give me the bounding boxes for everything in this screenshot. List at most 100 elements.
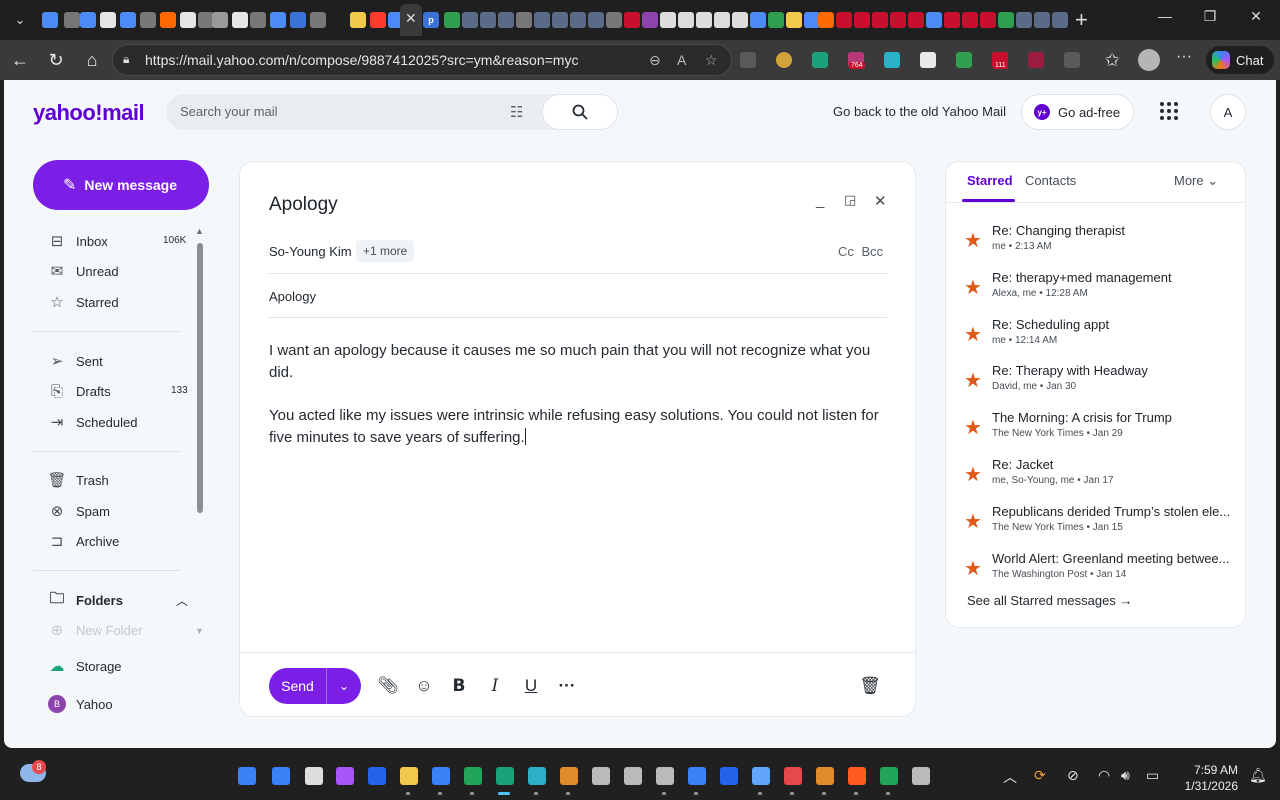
tab-favicon-icon[interactable] [606, 12, 622, 28]
tab-favicon-icon[interactable] [64, 12, 80, 28]
tab-favicon-icon[interactable] [120, 12, 136, 28]
send-button[interactable]: Send [269, 668, 327, 704]
show-hidden-icons-chevron-icon[interactable]: ︿ [1003, 767, 1017, 787]
starred-star-icon[interactable]: ★ [964, 228, 982, 253]
tab-favicon-icon[interactable] [232, 12, 248, 28]
zoom-icon[interactable]: ⊖ [649, 52, 661, 69]
tab-favicon-icon[interactable] [250, 12, 266, 28]
starred-star-icon[interactable]: ★ [964, 368, 982, 393]
copilot-chat-button[interactable]: Chat [1206, 46, 1274, 74]
tab-favicon-icon[interactable] [588, 12, 604, 28]
tab-favicon-icon[interactable] [872, 12, 888, 28]
more-recipients-chip[interactable]: +1 more [356, 240, 415, 262]
tab-favicon-icon[interactable] [696, 12, 712, 28]
starred-message-item[interactable]: ★ Re: Jacket me, So-Young, me • Jan 17 [946, 457, 1245, 497]
starred-star-icon[interactable]: ★ [964, 275, 982, 300]
tab-favicon-icon[interactable] [944, 12, 960, 28]
tab-favicon-icon[interactable] [678, 12, 694, 28]
starred-star-icon[interactable]: ★ [964, 322, 982, 347]
docs-icon[interactable] [432, 767, 450, 785]
search-filter-icon[interactable]: ☷ [510, 103, 523, 121]
tab-favicon-icon[interactable] [370, 12, 386, 28]
meet-now-icon[interactable]: ⊘ [1067, 767, 1079, 784]
sidebar-item-yahoo[interactable]: B Yahoo [48, 693, 113, 715]
old-yahoo-mail-link[interactable]: Go back to the old Yahoo Mail [833, 104, 1006, 119]
tab-favicon-icon[interactable] [480, 12, 496, 28]
paint3d-icon[interactable] [816, 767, 834, 785]
tab-favicon-icon[interactable] [160, 12, 176, 28]
copilot-icon[interactable] [336, 767, 354, 785]
starred-message-item[interactable]: ★ Republicans derided Trump’s stolen ele.… [946, 504, 1245, 544]
snipping-icon[interactable] [784, 767, 802, 785]
tab-favicon-icon[interactable] [714, 12, 730, 28]
tab-favicon-icon[interactable] [462, 12, 478, 28]
sidebar-item-unread[interactable]: ✉ Unread [48, 260, 119, 282]
profile-avatar-icon[interactable] [1138, 49, 1160, 71]
popout-compose-icon[interactable]: ◲ [844, 192, 856, 208]
restore-window-button[interactable]: ❐ [1190, 8, 1230, 25]
more-options-icon[interactable]: ··· [556, 675, 578, 697]
tab-favicon-icon[interactable] [534, 12, 550, 28]
starred-star-icon[interactable]: ★ [964, 462, 982, 487]
italic-icon[interactable]: I [484, 675, 506, 697]
sidebar-scrollbar-thumb[interactable] [197, 243, 203, 513]
chevron-up-icon[interactable]: ︿ [176, 592, 188, 609]
tab-favicon-icon[interactable] [908, 12, 924, 28]
home-button[interactable]: ⌂ [80, 48, 104, 72]
starred-message-item[interactable]: ★ Re: Scheduling appt me • 12:14 AM [946, 317, 1245, 357]
new-message-button[interactable]: ✎ New message [33, 160, 209, 210]
tab-favicon-p[interactable]: p [423, 12, 439, 28]
starred-message-item[interactable]: ★ World Alert: Greenland meeting betwee..… [946, 551, 1245, 591]
sidebar-item-starred[interactable]: ☆ Starred [48, 291, 118, 313]
message-body-editor[interactable]: I want an apology because it causes me s… [269, 340, 894, 470]
outlook-icon[interactable] [368, 767, 386, 785]
starred-message-item[interactable]: ★ Re: Changing therapist me • 2:13 AM [946, 223, 1245, 263]
edge-beta-icon[interactable] [528, 767, 546, 785]
tab-favicon-icon[interactable] [570, 12, 586, 28]
tab-actions-menu-icon[interactable]: ⌄ [8, 8, 32, 32]
sidebar-item-archive[interactable]: ⊐ Archive [48, 530, 120, 552]
clock[interactable]: 7:59 AM 1/31/2026 [1182, 762, 1238, 794]
tab-favicon-icon[interactable] [786, 12, 802, 28]
sidebar-item-drafts[interactable]: ⎘ Drafts [48, 380, 111, 402]
excel-icon[interactable] [880, 767, 898, 785]
tab-close-icon[interactable]: ✕ [405, 10, 417, 27]
tab-favicon-icon[interactable] [516, 12, 532, 28]
search-input[interactable]: Search your mail [180, 104, 278, 119]
extension-qr-icon[interactable] [920, 52, 936, 68]
minimize-compose-icon[interactable]: _ [816, 192, 824, 209]
tab-favicon-icon[interactable] [100, 12, 116, 28]
tab-favicon-icon[interactable] [444, 12, 460, 28]
tab-favicon-icon[interactable] [836, 12, 852, 28]
tab-favicon-icon[interactable] [962, 12, 978, 28]
extension-pin-icon[interactable] [1028, 52, 1044, 68]
terminal-icon[interactable] [656, 767, 674, 785]
scroll-up-arrow-icon[interactable]: ▲ [195, 226, 204, 236]
brave-icon[interactable] [848, 767, 866, 785]
paint-icon[interactable] [560, 767, 578, 785]
attach-icon[interactable]: 📎︎ [377, 675, 399, 697]
starred-star-icon[interactable]: ★ [964, 415, 982, 440]
notepad-icon[interactable] [752, 767, 770, 785]
tab-favicon-icon[interactable] [270, 12, 286, 28]
word-icon[interactable] [720, 767, 738, 785]
favorite-star-icon[interactable]: ☆ [705, 52, 718, 69]
sidebar-item-spam[interactable]: ⊗ Spam [48, 500, 110, 522]
tab-favicon-icon[interactable] [768, 12, 784, 28]
bold-icon[interactable]: B [448, 675, 470, 697]
start-menu-icon[interactable] [238, 767, 256, 785]
tab-favicon-icon[interactable] [732, 12, 748, 28]
extension-h-icon[interactable] [740, 52, 756, 68]
tab-favicon-icon[interactable] [1016, 12, 1032, 28]
scroll-down-arrow-icon[interactable]: ▼ [195, 626, 204, 636]
browser-menu-icon[interactable]: ··· [1176, 48, 1192, 66]
recipient-chip[interactable]: So-Young Kim [269, 244, 352, 259]
tab-favicon-icon[interactable] [642, 12, 658, 28]
sheets-icon[interactable] [464, 767, 482, 785]
extension-globe-icon[interactable] [776, 52, 792, 68]
task-view-icon[interactable] [305, 767, 323, 785]
tab-favicon-icon[interactable] [1034, 12, 1050, 28]
edge-icon[interactable] [496, 767, 514, 785]
send-options-chevron-icon[interactable]: ⌄ [327, 668, 361, 704]
tab-favicon-icon[interactable] [290, 12, 306, 28]
